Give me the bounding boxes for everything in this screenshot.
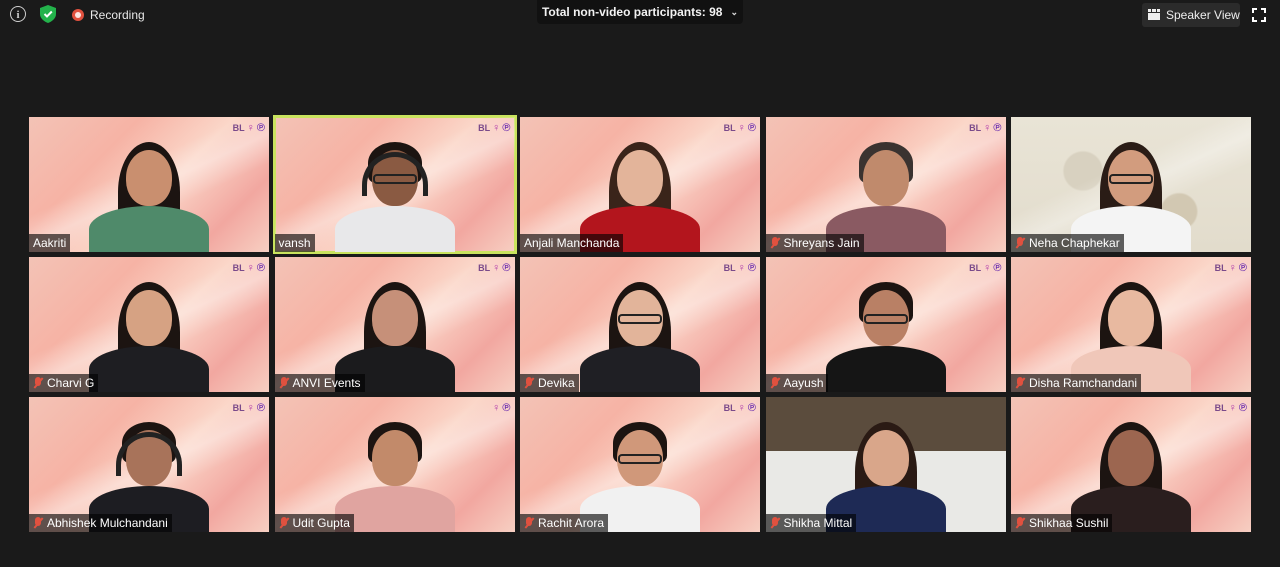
video-tile[interactable]: BL ♀ ℗ Abhishek Mulchandani — [29, 397, 269, 532]
participant-name: Disha Ramchandani — [1029, 376, 1138, 390]
non-video-participants-dropdown[interactable]: Total non-video participants: 98 ⌄ — [537, 0, 743, 24]
participants-label: Total non-video participants: 98 — [541, 5, 723, 19]
participant-name-tag: Shikha Mittal — [765, 514, 857, 532]
participant-name: Rachit Arora — [538, 516, 605, 530]
video-tile[interactable]: BL ♀ ℗ Disha Ramchandani — [1011, 257, 1251, 392]
participant-name: Aakriti — [33, 236, 67, 250]
participant-video — [84, 272, 214, 392]
video-tile[interactable]: Neha Chaphekar — [1011, 117, 1251, 252]
participant-video — [575, 272, 705, 392]
meeting-top-bar: i Recording Total non-video participants… — [0, 0, 1280, 30]
video-tile-active-speaker[interactable]: BL ♀ ℗ vansh — [272, 115, 517, 254]
event-logo-icons: BL ♀ ℗ — [232, 122, 265, 134]
video-tile[interactable]: BL ♀ ℗ Rachit Arora — [520, 397, 760, 532]
mic-muted-icon — [33, 517, 43, 529]
participant-name: Udit Gupta — [292, 516, 350, 530]
mic-muted-icon — [770, 377, 780, 389]
video-tile[interactable]: BL ♀ ℗ Charvi G — [29, 257, 269, 392]
participant-name-tag: Shreyans Jain — [765, 234, 864, 252]
mic-muted-icon — [770, 237, 780, 249]
video-tile[interactable]: BL ♀ ℗ Shreyans Jain — [765, 117, 1006, 252]
participant-name-tag: Neha Chaphekar — [1011, 234, 1124, 252]
participant-name: Shikha Mittal — [783, 516, 853, 530]
video-tile[interactable]: BL ♀ ℗ ANVI Events — [274, 257, 515, 392]
recording-label: Recording — [90, 8, 145, 22]
event-logo-icons: BL ♀ ℗ — [478, 122, 511, 134]
video-tile[interactable]: BL ♀ ℗ Aakriti — [29, 117, 269, 252]
event-logo-icons: BL ♀ ℗ — [478, 262, 511, 274]
chevron-down-icon: ⌄ — [730, 6, 738, 17]
participant-name-tag: vansh — [274, 234, 315, 252]
participant-name-tag: Devika — [520, 374, 579, 392]
participant-name-tag: Udit Gupta — [274, 514, 354, 532]
event-logo-icons: BL ♀ ℗ — [723, 262, 756, 274]
event-logo-icons: BL ♀ ℗ — [723, 402, 756, 414]
participant-name-tag: Rachit Arora — [520, 514, 609, 532]
participant-name: Aayush — [783, 376, 824, 390]
fullscreen-icon[interactable] — [1252, 8, 1266, 22]
event-logo-icons: BL ♀ ℗ — [232, 262, 265, 274]
video-tile[interactable]: BL ♀ ℗ Shikhaa Sushil — [1011, 397, 1251, 532]
participant-name: Devika — [538, 376, 575, 390]
record-icon — [72, 9, 84, 21]
participant-name-tag: Aayush — [765, 374, 828, 392]
participant-name-tag: Anjali Manchanda — [520, 234, 624, 252]
mic-muted-icon — [33, 377, 43, 389]
participant-name: vansh — [278, 236, 311, 250]
speaker-view-label: Speaker View — [1166, 8, 1240, 22]
event-logo-icons: BL ♀ ℗ — [723, 122, 756, 134]
video-tile[interactable]: BL ♀ ℗ Anjali Manchanda — [520, 117, 760, 252]
participant-video — [821, 272, 951, 392]
participant-name: Shikhaa Sushil — [1029, 516, 1109, 530]
participant-name: Shreyans Jain — [783, 236, 860, 250]
mic-muted-icon — [1015, 517, 1025, 529]
mic-muted-icon — [770, 517, 780, 529]
gallery-view: BL ♀ ℗ Aakriti BL ♀ ℗ vansh BL ♀ ℗ Anjali Manc… — [29, 115, 1251, 533]
video-tile[interactable]: BL ♀ ℗ Devika — [520, 257, 760, 392]
participant-name-tag: ANVI Events — [274, 374, 365, 392]
participant-name: Anjali Manchanda — [524, 236, 620, 250]
event-logo-icons: BL ♀ ℗ — [969, 122, 1002, 134]
mic-muted-icon — [1015, 377, 1025, 389]
event-logo-icons: BL ♀ ℗ — [1214, 402, 1247, 414]
participant-video — [84, 132, 214, 252]
participant-video — [330, 132, 460, 252]
event-logo-icons: BL ♀ ℗ — [1214, 262, 1247, 274]
participant-name: Charvi G — [47, 376, 95, 390]
event-logo-icons: ♀ ℗ — [492, 402, 511, 414]
mic-muted-icon — [524, 377, 534, 389]
participant-name-tag: Aakriti — [29, 234, 71, 252]
mic-muted-icon — [279, 377, 289, 389]
participant-name: ANVI Events — [292, 376, 361, 390]
video-tile[interactable]: BL ♀ ℗ Aayush — [765, 257, 1006, 392]
participant-name-tag: Charvi G — [29, 374, 99, 392]
recording-indicator[interactable]: Recording — [72, 7, 145, 23]
speaker-view-icon — [1148, 9, 1160, 21]
participant-name-tag: Abhishek Mulchandani — [29, 514, 172, 532]
info-icon[interactable]: i — [10, 6, 26, 22]
participant-name: Abhishek Mulchandani — [47, 516, 168, 530]
shield-icon[interactable] — [40, 5, 56, 23]
participant-name: Neha Chaphekar — [1029, 236, 1120, 250]
speaker-view-button[interactable]: Speaker View — [1142, 3, 1240, 27]
video-tile[interactable]: Shikha Mittal — [765, 397, 1006, 532]
event-logo-icons: BL ♀ ℗ — [969, 262, 1002, 274]
participant-name-tag: Shikhaa Sushil — [1011, 514, 1113, 532]
mic-muted-icon — [524, 517, 534, 529]
mic-muted-icon — [1015, 237, 1025, 249]
mic-muted-icon — [279, 517, 289, 529]
event-logo-icons: BL ♀ ℗ — [232, 402, 265, 414]
participant-name-tag: Disha Ramchandani — [1011, 374, 1142, 392]
video-tile[interactable]: ♀ ℗ Udit Gupta — [274, 397, 515, 532]
